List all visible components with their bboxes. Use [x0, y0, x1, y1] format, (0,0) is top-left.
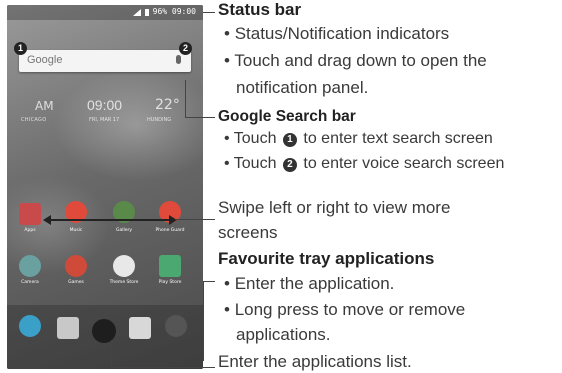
status-bar[interactable]: 96% 09:00 [7, 5, 203, 20]
app-label-theme-store: Theme Store [109, 280, 139, 285]
arrow-right-icon [169, 215, 177, 225]
status-bullet-2-cont: notification panel. [236, 78, 369, 97]
phone-screenshot: 96% 09:00 Google 1 2 AM 09:00 22° CHICAG… [7, 5, 203, 369]
search-bullet-1-pre: Touch [233, 130, 277, 147]
fav-bullet-1-text: Enter the application. [234, 274, 395, 293]
app-drawer-icon[interactable] [92, 319, 116, 343]
phone-dialer-icon[interactable] [19, 315, 41, 337]
fav-bullet-2-text: Long press to move or remove [234, 300, 466, 319]
search-bullet-1: • Touch 1 to enter text search screen [224, 130, 493, 147]
mic-icon[interactable] [176, 55, 181, 64]
google-search-bar[interactable]: Google [19, 50, 191, 72]
clock-ampm: AM [35, 99, 54, 113]
app-label-camera: Camera [21, 280, 39, 285]
app-label-play-store: Play Store [158, 280, 182, 285]
apps-icon[interactable] [19, 203, 41, 225]
app-label-phone-guard: Phone Guard [155, 228, 185, 233]
google-logo: Google [27, 54, 63, 66]
favourite-tray [7, 305, 203, 369]
status-bullet-1-text: Status/Notification indicators [234, 24, 450, 43]
search-bullet-1-post: to enter text search screen [303, 130, 493, 147]
fav-bullet-1: • Enter the application. [224, 274, 395, 293]
app-label-apps: Apps [24, 228, 36, 233]
connector-search-vert [185, 80, 186, 117]
status-bar-heading: Status bar [218, 0, 302, 19]
apps-list-text: Enter the applications list. [218, 352, 412, 371]
connector-apps [111, 367, 215, 368]
games-icon[interactable] [65, 255, 87, 277]
clock-date: FRI, MAR 17 [89, 117, 120, 123]
clock-weather: HUNDING [147, 117, 172, 123]
connector-swipe [175, 219, 215, 220]
connector-status [203, 12, 215, 13]
search-bullet-2-post: to enter voice search screen [303, 155, 505, 172]
status-bullet-2: • Touch and drag down to open the [224, 51, 487, 70]
camera-app-icon[interactable] [19, 255, 41, 277]
battery-icon [145, 9, 149, 16]
status-text: 96% 09:00 [152, 7, 196, 16]
callout-one: 1 [14, 42, 27, 55]
app-label-gallery: Gallery [115, 228, 133, 233]
callout-one-inline: 1 [282, 133, 297, 147]
app-label-music: Music [69, 228, 83, 233]
swipe-arrow [47, 219, 172, 221]
clock-widget[interactable]: AM 09:00 22° CHICAGO FRI, MAR 17 HUNDING [7, 93, 203, 133]
clock-temp: 22° [155, 97, 180, 113]
fav-bullet-2: • Long press to move or remove [224, 300, 466, 319]
favourite-heading: Favourite tray applications [218, 249, 435, 268]
play-store-icon[interactable] [159, 255, 181, 277]
arrow-left-icon [43, 215, 51, 225]
connector-search [185, 117, 215, 118]
camera-dock-icon[interactable] [129, 317, 151, 339]
fav-bullet-2-cont: applications. [236, 325, 331, 344]
callout-two-inline: 2 [282, 158, 297, 172]
status-bullet-1: • Status/Notification indicators [224, 24, 450, 43]
swipe-line-2: screens [218, 223, 278, 242]
signal-icon [133, 9, 141, 16]
search-bullet-2: • Touch 2 to enter voice search screen [224, 155, 505, 172]
connector-apps-vert [111, 340, 112, 367]
app-label-games: Games [68, 280, 84, 285]
search-bullet-2-pre: Touch [233, 155, 277, 172]
browser-icon[interactable] [165, 315, 187, 337]
connector-fav [203, 281, 215, 282]
theme-store-icon[interactable] [113, 255, 135, 277]
clock-city: CHICAGO [21, 117, 47, 123]
search-heading: Google Search bar [218, 108, 356, 125]
status-bullet-2-text: Touch and drag down to open the [234, 51, 487, 70]
messages-icon[interactable] [57, 317, 79, 339]
connector-fav-vert [203, 281, 204, 361]
callout-two: 2 [179, 42, 192, 55]
swipe-line-1: Swipe left or right to view more [218, 198, 451, 217]
clock-time: 09:00 [87, 97, 123, 113]
